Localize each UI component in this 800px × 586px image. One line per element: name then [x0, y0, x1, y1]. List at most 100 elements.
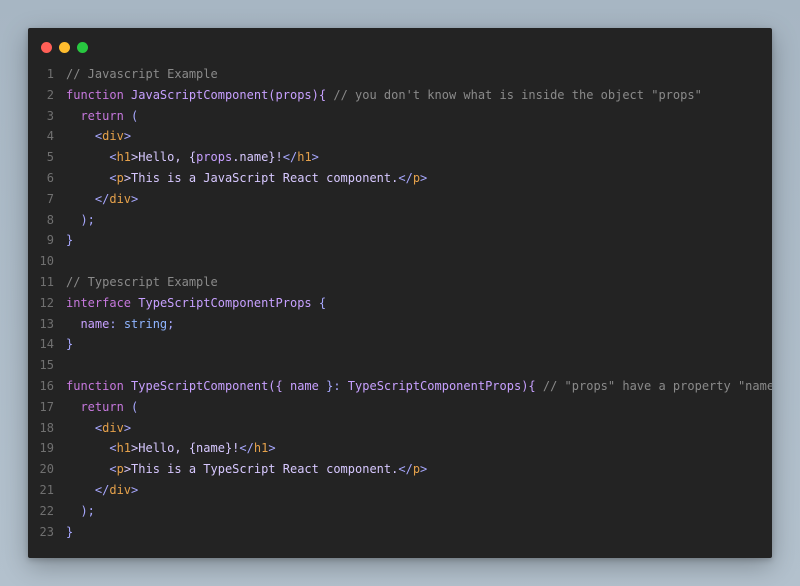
code-line: 3 return (	[28, 106, 772, 127]
window-titlebar	[28, 28, 772, 68]
code-token: >Hello, {name}!	[131, 441, 240, 456]
code-text: }	[66, 334, 73, 355]
code-text: <div>	[66, 418, 131, 439]
code-token: return	[80, 108, 124, 123]
code-line: 20 <p>This is a TypeScript React compone…	[28, 459, 772, 480]
code-line: 17 return (	[28, 397, 772, 418]
code-line: 19 <h1>Hello, {name}!</h1>	[28, 438, 772, 459]
code-text: interface TypeScriptComponentProps {	[66, 293, 326, 314]
code-token: return	[80, 399, 124, 414]
minimize-window-icon[interactable]	[59, 42, 70, 53]
code-token: h1	[116, 150, 132, 165]
code-token: // Typescript Example	[66, 274, 218, 289]
code-token: <	[66, 129, 103, 144]
code-token: </	[282, 150, 298, 165]
code-token: >Hello, {	[131, 150, 197, 165]
code-line: 7 </div>	[28, 189, 772, 210]
code-token: function	[66, 87, 124, 102]
code-line: 15	[28, 355, 772, 376]
code-token: </	[398, 462, 413, 477]
code-token: <	[66, 170, 117, 185]
code-line: 5 <h1>Hello, {props.name}!</h1>	[28, 147, 772, 168]
code-token: // Javascript Example	[66, 67, 218, 81]
code-text: name: string;	[66, 314, 174, 335]
line-number: 6	[46, 170, 54, 185]
code-token: {	[311, 295, 327, 310]
code-text: <p>This is a JavaScript React component.…	[66, 168, 427, 189]
code-token: >	[131, 482, 139, 497]
code-token: TypeScriptComponentProps){	[347, 378, 536, 393]
line-number: 10	[39, 254, 54, 269]
code-token: }	[66, 524, 74, 539]
code-token: div	[109, 482, 132, 497]
code-text: );	[66, 501, 95, 522]
code-line: 14}	[28, 334, 772, 355]
maximize-window-icon[interactable]	[77, 42, 88, 53]
code-token: p	[116, 462, 124, 477]
code-token: <	[66, 150, 117, 165]
code-token: p	[116, 170, 124, 185]
code-token: function	[66, 378, 124, 393]
code-token: >	[123, 129, 132, 144]
code-token: props	[196, 150, 233, 165]
code-token: // "props" have a property "name"	[542, 378, 772, 393]
line-number: 1	[46, 67, 54, 81]
code-line: 22 );	[28, 501, 772, 522]
code-line: 23}	[28, 522, 772, 543]
code-token: >	[420, 170, 428, 185]
code-text: <h1>Hello, {props.name}!</h1>	[66, 147, 319, 168]
code-text: }	[66, 230, 73, 251]
line-number: 19	[39, 441, 54, 456]
code-line: 13 name: string;	[28, 314, 772, 335]
code-token: h1	[116, 441, 132, 456]
code-token: string	[123, 316, 168, 331]
code-token: JavaScriptComponent(props){	[131, 87, 327, 102]
code-token: <	[66, 462, 117, 477]
code-token: }:	[318, 378, 348, 393]
code-token: >This is a JavaScript React component.	[123, 170, 399, 185]
code-token: h1	[297, 150, 312, 165]
line-number: 5	[46, 150, 54, 165]
code-line: 12 interface TypeScriptComponentProps {	[28, 293, 772, 314]
line-number: 11	[39, 274, 54, 289]
line-number: 2	[46, 87, 54, 102]
code-line: 10	[28, 251, 772, 272]
line-number: 8	[46, 212, 54, 227]
code-text: );	[66, 210, 94, 231]
code-text: return (	[66, 397, 138, 418]
code-token: // you don't know what is inside the obj…	[333, 87, 702, 102]
code-token: );	[66, 503, 95, 518]
code-token: div	[109, 191, 132, 206]
code-token: TypeScriptComponentProps	[138, 295, 312, 310]
code-token: p	[412, 170, 421, 185]
code-token: </	[398, 170, 413, 185]
code-token: div	[102, 420, 124, 435]
code-token: ;	[167, 316, 175, 331]
code-token: name	[289, 378, 319, 393]
code-token: >	[123, 420, 132, 435]
code-token: >	[268, 441, 276, 456]
code-token: </	[66, 191, 110, 206]
line-number: 4	[46, 129, 54, 144]
code-text: function TypeScriptComponent({ name }: T…	[66, 376, 772, 397]
code-token: >	[131, 191, 139, 206]
code-text: <p>This is a TypeScript React component.…	[66, 459, 427, 480]
line-number: 16	[39, 378, 54, 393]
close-window-icon[interactable]	[41, 42, 52, 53]
code-line: 8 );	[28, 210, 772, 231]
code-token: }	[66, 233, 74, 248]
line-number: 14	[39, 337, 54, 352]
code-token: h1	[253, 441, 269, 456]
code-line: 18 <div>	[28, 418, 772, 439]
line-number: 20	[39, 462, 54, 477]
code-token: >This is a TypeScript React component.	[123, 462, 399, 477]
code-token: <	[66, 441, 117, 456]
code-line: 21 </div>	[28, 480, 772, 501]
code-token: <	[66, 420, 103, 435]
code-token: :	[109, 316, 124, 331]
code-token: (	[123, 399, 139, 414]
